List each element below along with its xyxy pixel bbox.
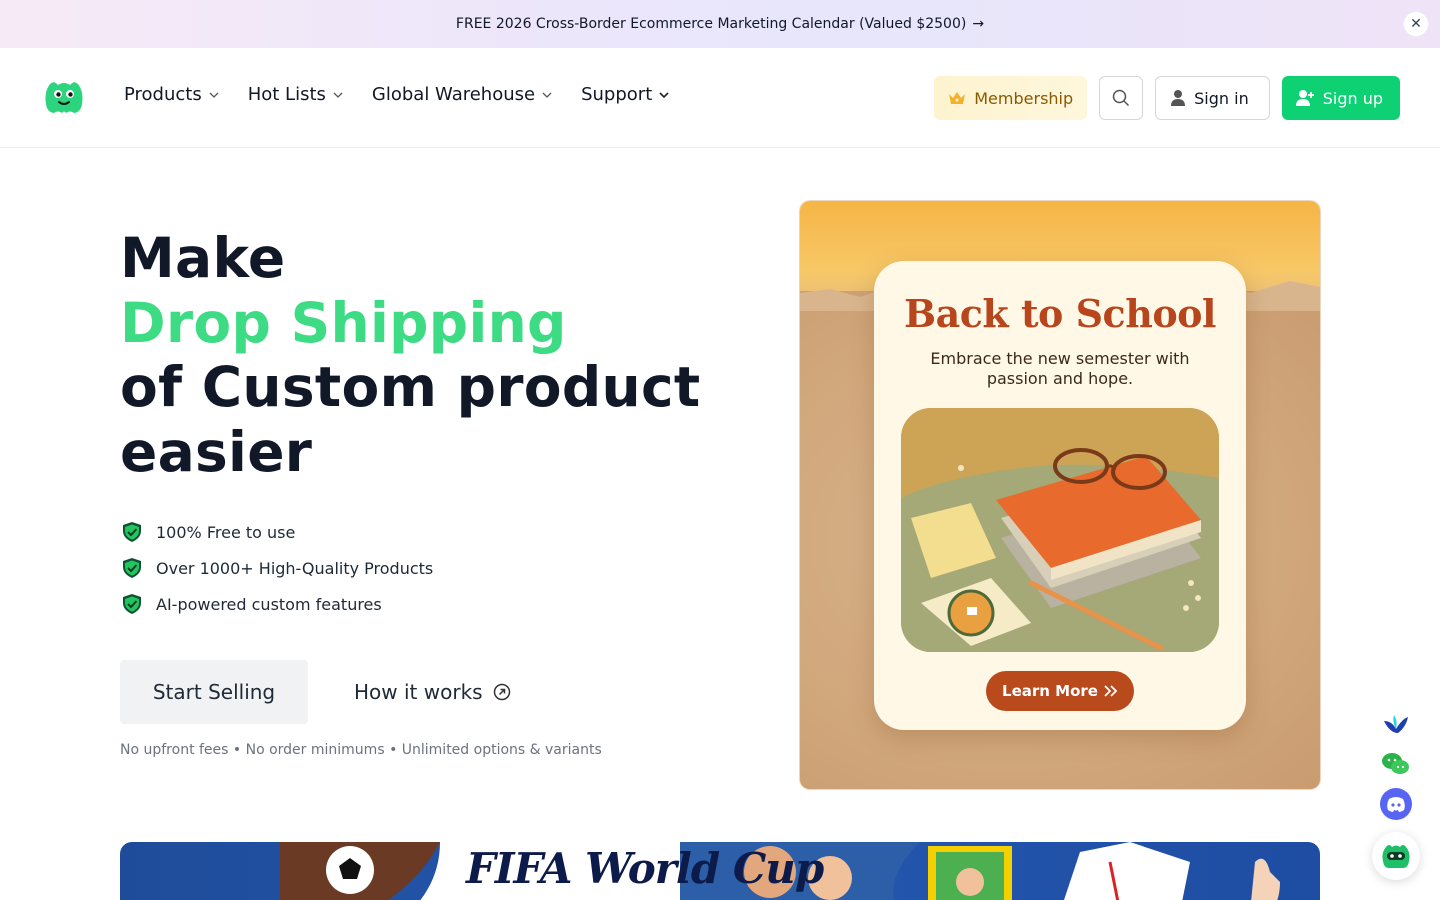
double-chevron-right-icon (1104, 685, 1118, 697)
nav-item-hot-lists[interactable]: Hot Lists (248, 84, 344, 105)
feature-text: 100% Free to use (156, 522, 296, 542)
hero-cta-row: Start Selling How it works (120, 660, 511, 724)
sign-up-label: Sign up (1322, 88, 1383, 108)
announcement-bar: FREE 2026 Cross-Border Ecommerce Marketi… (0, 0, 1440, 48)
bird-icon[interactable] (1378, 706, 1414, 742)
chatbot-button[interactable] (1372, 832, 1420, 880)
promo-banner[interactable]: Back to School Embrace the new semester … (800, 201, 1320, 789)
user-icon (1171, 90, 1186, 106)
cta-note: No upfront fees • No order minimums • Un… (120, 742, 602, 758)
arrow-up-right-circle-icon (493, 683, 510, 701)
nav-item-label: Products (124, 84, 202, 105)
close-icon[interactable]: ✕ (1404, 12, 1428, 36)
hero-line-2-highlight: Drop Shipping (120, 290, 567, 355)
shield-check-icon (123, 558, 141, 578)
nav-actions: Membership Sign in Sign up (934, 76, 1400, 120)
nav-item-support[interactable]: Support (581, 84, 670, 105)
top-navigation: Products Hot Lists Global Warehouse Supp… (0, 48, 1440, 148)
arrow-right-icon: → (972, 16, 985, 32)
how-it-works-label: How it works (354, 680, 483, 704)
promo-subtitle: Embrace the new semester with passion an… (930, 349, 1190, 388)
logo-mascot[interactable] (44, 80, 84, 114)
wechat-icon[interactable] (1378, 746, 1414, 782)
world-cup-banner[interactable]: FIFA World Cup (120, 842, 1320, 900)
promo-card: Back to School Embrace the new semester … (874, 261, 1246, 730)
nav-item-products[interactable]: Products (124, 84, 220, 105)
chatbot-icon (1382, 845, 1410, 868)
feature-item: Over 1000+ High-Quality Products (120, 550, 433, 586)
nav-item-label: Hot Lists (247, 84, 326, 105)
membership-label: Membership (974, 88, 1074, 108)
feature-list: 100% Free to use Over 1000+ High-Quality… (120, 514, 433, 622)
promo-title: Back to School (904, 291, 1216, 336)
sign-up-button[interactable]: Sign up (1281, 76, 1400, 120)
chevron-down-icon (659, 91, 669, 98)
hero-line-1: Make (120, 226, 286, 290)
how-it-works-link[interactable]: How it works (354, 680, 511, 704)
feature-item: AI-powered custom features (120, 586, 433, 622)
sign-in-button[interactable]: Sign in (1155, 76, 1270, 120)
chevron-down-icon (333, 92, 343, 98)
hero-headline: Make Drop Shipping of Custom product eas… (120, 226, 740, 484)
crown-icon (949, 92, 966, 104)
hero-line-4: easier (120, 419, 313, 484)
chevron-down-icon (542, 92, 552, 98)
learn-more-button[interactable]: Learn More (986, 671, 1134, 711)
shield-check-icon (123, 522, 141, 542)
discord-icon[interactable] (1378, 786, 1414, 822)
sign-in-label: Sign in (1194, 88, 1249, 108)
books-glasses-image (901, 408, 1219, 652)
learn-more-label: Learn More (1002, 682, 1098, 700)
feature-text: Over 1000+ High-Quality Products (156, 558, 434, 578)
membership-button[interactable]: Membership (934, 76, 1088, 120)
feature-text: AI-powered custom features (156, 594, 382, 614)
hero-line-3: of Custom product (120, 355, 701, 419)
user-plus-icon (1295, 90, 1314, 106)
nav-item-label: Support (581, 84, 653, 105)
nav-item-global-warehouse[interactable]: Global Warehouse (372, 84, 553, 105)
feature-item: 100% Free to use (120, 514, 433, 550)
shield-check-icon (123, 594, 141, 614)
chevron-down-icon (209, 92, 219, 98)
nav-item-label: Global Warehouse (371, 84, 536, 105)
main-menu: Products Hot Lists Global Warehouse Supp… (124, 84, 698, 105)
banner-title: FIFA World Cup (466, 844, 824, 893)
search-button[interactable] (1099, 76, 1144, 120)
start-selling-button[interactable]: Start Selling (120, 660, 308, 724)
search-icon (1112, 89, 1130, 107)
announcement-text: FREE 2026 Cross-Border Ecommerce Marketi… (455, 16, 967, 32)
announcement-link[interactable]: FREE 2026 Cross-Border Ecommerce Marketi… (456, 16, 984, 32)
